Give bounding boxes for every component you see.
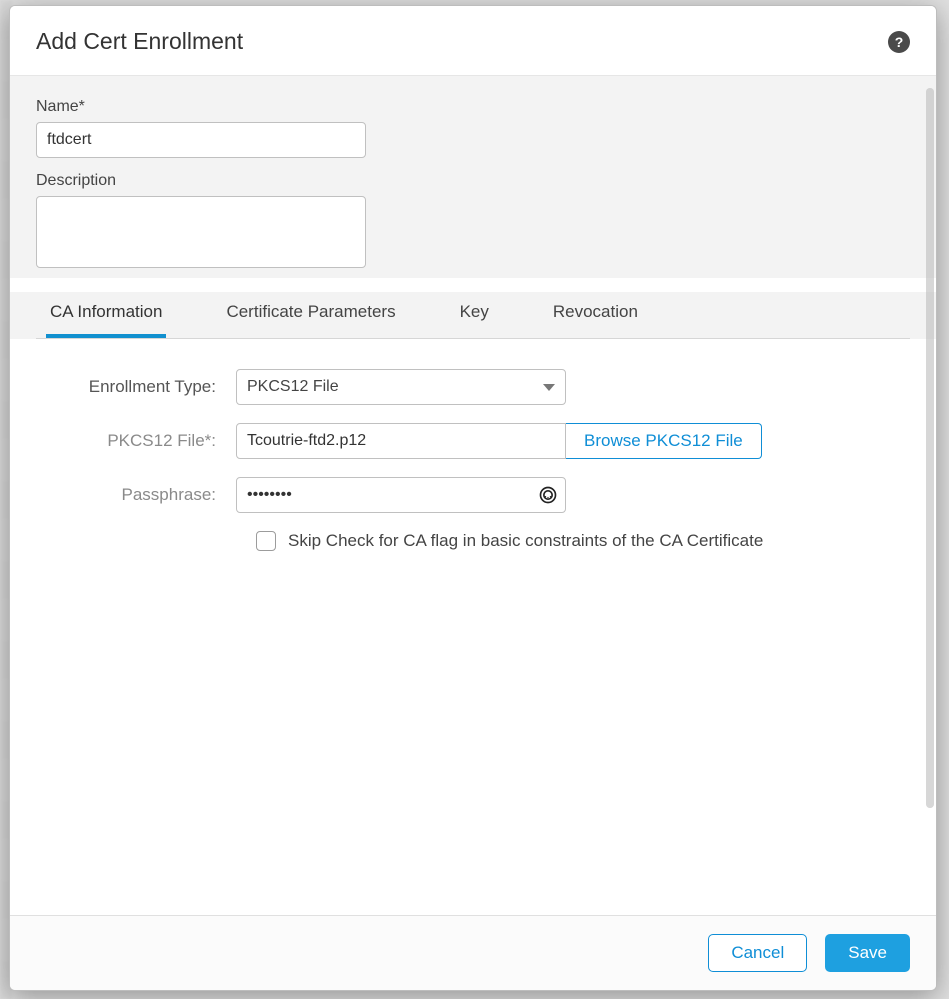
- name-input[interactable]: [36, 122, 366, 158]
- enrollment-type-value: PKCS12 File: [247, 378, 339, 396]
- description-label: Description: [36, 172, 910, 190]
- name-label: Name*: [36, 98, 910, 116]
- help-icon[interactable]: ?: [888, 31, 910, 53]
- tab-revocation[interactable]: Revocation: [549, 292, 642, 338]
- pkcs12-file-input[interactable]: [236, 423, 566, 459]
- passphrase-input[interactable]: [236, 477, 566, 513]
- chevron-down-icon: [543, 384, 555, 391]
- browse-pkcs12-button[interactable]: Browse PKCS12 File: [566, 423, 762, 459]
- tab-certificate-parameters[interactable]: Certificate Parameters: [222, 292, 399, 338]
- tab-key[interactable]: Key: [456, 292, 493, 338]
- reveal-password-icon[interactable]: [536, 483, 560, 507]
- cancel-button[interactable]: Cancel: [708, 934, 807, 972]
- ca-information-panel: Enrollment Type: PKCS12 File PKCS12 File…: [10, 339, 936, 859]
- passphrase-label: Passphrase:: [36, 485, 236, 505]
- dialog-header: Add Cert Enrollment ?: [10, 6, 936, 76]
- description-textarea[interactable]: [36, 196, 366, 268]
- tabs: CA Information Certificate Parameters Ke…: [36, 292, 910, 339]
- dialog-footer: Cancel Save: [10, 915, 936, 990]
- add-cert-enrollment-dialog: Add Cert Enrollment ? Name* Description …: [9, 5, 937, 991]
- pkcs12-file-label: PKCS12 File*:: [36, 431, 236, 451]
- enrollment-type-label: Enrollment Type:: [36, 377, 236, 397]
- enrollment-type-select[interactable]: PKCS12 File: [236, 369, 566, 405]
- save-button[interactable]: Save: [825, 934, 910, 972]
- scrollbar[interactable]: [926, 88, 934, 808]
- upper-form-area: Name* Description: [10, 76, 936, 278]
- skip-check-label: Skip Check for CA flag in basic constrai…: [288, 531, 763, 551]
- dialog-title: Add Cert Enrollment: [36, 28, 243, 55]
- tab-ca-information[interactable]: CA Information: [46, 292, 166, 338]
- skip-check-checkbox[interactable]: [256, 531, 276, 551]
- tabs-wrap: CA Information Certificate Parameters Ke…: [10, 292, 936, 339]
